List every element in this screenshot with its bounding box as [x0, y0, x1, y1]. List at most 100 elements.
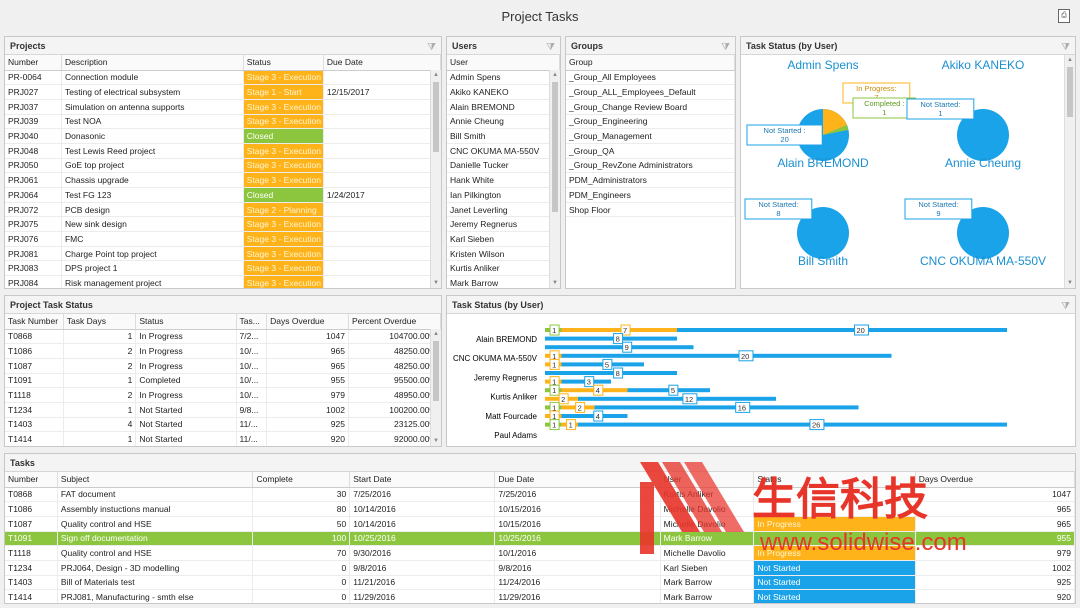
- table-row[interactable]: T1414 PRJ081, Manufacturing - smth else 0 1…: [5, 589, 1075, 603]
- column-header[interactable]: Tas...: [236, 314, 268, 330]
- table-row[interactable]: PRJ075 New sink design Stage 3 - Execution: [5, 216, 441, 233]
- column-header[interactable]: User: [660, 472, 755, 488]
- project-status: Stage 3 - Execution: [243, 260, 324, 277]
- list-item[interactable]: PDM_Engineers: [566, 187, 735, 203]
- table-row[interactable]: T1087 2 In Progress 10/... 965 48250.00%: [5, 358, 441, 374]
- table-row[interactable]: T1086 2 In Progress 10/... 965 48250.00%: [5, 343, 441, 359]
- table-row[interactable]: PRJ039 Test NOA Stage 3 - Execution: [5, 114, 441, 130]
- tasks-table: Number Subject Complete Start Date Due Date U…: [5, 472, 1075, 603]
- table-row[interactable]: PRJ037 Simulation on antenna supports Stag…: [5, 99, 441, 115]
- table-row[interactable]: T1118 2 In Progress 10/... 979 48950.00%: [5, 387, 441, 403]
- table-row[interactable]: T1234 1 Not Started 9/8... 1002 100200.00%: [5, 402, 441, 418]
- column-header[interactable]: Group: [566, 55, 735, 71]
- list-item[interactable]: Admin Spens: [447, 70, 560, 86]
- list-item[interactable]: _Group_Management: [566, 128, 735, 144]
- cell-status: In Progress: [753, 516, 916, 532]
- list-item[interactable]: _Group_ALL_Employees_Default: [566, 84, 735, 100]
- table-row[interactable]: PRJ084 Risk management project Stage 3 - E…: [5, 275, 441, 288]
- column-header[interactable]: Due Date: [323, 55, 441, 71]
- column-header[interactable]: Subject: [57, 472, 254, 488]
- table-row[interactable]: T1234 PRJ064, Design - 3D modelling 0 9/8/2…: [5, 560, 1075, 576]
- project-due-date: [323, 114, 441, 130]
- bar-data-label: 12: [685, 395, 693, 404]
- list-item[interactable]: Mark Barrow: [447, 275, 560, 288]
- table-row[interactable]: T0868 FAT document 30 7/25/2016 7/25/2016 Kur…: [5, 487, 1075, 503]
- list-item[interactable]: Bill Smith: [447, 128, 560, 144]
- table-row[interactable]: PRJ040 Donasonic Closed: [5, 128, 441, 144]
- list-item[interactable]: Jeremy Regnerus: [447, 216, 560, 233]
- column-header[interactable]: User: [447, 55, 560, 71]
- list-item[interactable]: CNC OKUMA MA-550V: [447, 143, 560, 159]
- table-row[interactable]: PRJ061 Chassis upgrade Stage 3 - Execution: [5, 172, 441, 188]
- cell-days: 1: [63, 373, 137, 389]
- list-item[interactable]: Ian Pilkington: [447, 187, 560, 203]
- filter-icon[interactable]: ⧩: [546, 39, 555, 57]
- table-row[interactable]: PR-0064 Connection module Stage 3 - Execut…: [5, 70, 441, 86]
- cell-over: 979: [266, 387, 349, 403]
- table-row[interactable]: PRJ076 FMC Stage 3 - Execution: [5, 231, 441, 247]
- column-header[interactable]: Number: [5, 55, 62, 71]
- group-name: _Group_Change Review Board: [566, 99, 735, 115]
- list-item[interactable]: Alain BREMOND: [447, 99, 560, 115]
- cell-status: Not Started: [135, 417, 237, 433]
- cell-subj: Quality control and HSE: [57, 545, 254, 561]
- list-item[interactable]: _Group_All Employees: [566, 70, 735, 86]
- column-header[interactable]: Description: [61, 55, 244, 71]
- list-item[interactable]: Kristen Wilson: [447, 246, 560, 262]
- table-row[interactable]: T1087 Quality control and HSE 50 10/14/2016…: [5, 516, 1075, 532]
- table-row[interactable]: PRJ083 DPS project 1 Stage 3 - Execution: [5, 260, 441, 277]
- table-row[interactable]: PRJ048 Test Lewis Reed project Stage 3 - E…: [5, 143, 441, 159]
- filter-icon[interactable]: ⧩: [427, 39, 436, 57]
- pie-scrollbar[interactable]: ▲ ▼: [1064, 55, 1075, 288]
- filter-icon[interactable]: ⧩: [721, 39, 730, 57]
- pie-label-value: 20: [780, 135, 788, 144]
- list-item[interactable]: _Group_Change Review Board: [566, 99, 735, 115]
- column-header[interactable]: Status: [753, 472, 916, 488]
- column-header[interactable]: Status: [243, 55, 324, 71]
- table-row[interactable]: PRJ072 PCB design Stage 2 - Planning: [5, 202, 441, 218]
- table-row[interactable]: T1086 Assembly instuctions manual 80 10/14/…: [5, 501, 1075, 517]
- table-row[interactable]: T1403 4 Not Started 11/... 925 23125.00%: [5, 417, 441, 433]
- list-item[interactable]: Kurtis Anliker: [447, 260, 560, 277]
- column-header[interactable]: Task Days: [63, 314, 137, 330]
- project-description: FMC: [61, 231, 244, 247]
- table-row[interactable]: PRJ081 Charge Point top project Stage 3 - …: [5, 246, 441, 262]
- cell-tas: 7/2...: [236, 329, 268, 345]
- list-item[interactable]: Hank White: [447, 172, 560, 188]
- column-header[interactable]: Task Number: [5, 314, 64, 330]
- table-row[interactable]: T1118 Quality control and HSE 70 9/30/2016 1…: [5, 545, 1075, 561]
- projects-scrollbar[interactable]: ▲ ▼: [430, 70, 441, 288]
- list-item[interactable]: PDM_Administrators: [566, 172, 735, 188]
- table-row[interactable]: T1091 Sign off documentation 100 10/25/2016…: [5, 531, 1075, 547]
- column-header[interactable]: Days Overdue: [266, 314, 349, 330]
- column-header[interactable]: Percent Overdue: [348, 314, 441, 330]
- column-header[interactable]: Due Date: [494, 472, 661, 488]
- cell-days: 2: [63, 358, 137, 374]
- table-row[interactable]: T0868 1 In Progress 7/2... 1047 104700.00%: [5, 329, 441, 345]
- list-item[interactable]: Danielle Tucker: [447, 158, 560, 174]
- table-row[interactable]: PRJ064 Test FG 123 Closed 1/24/2017: [5, 187, 441, 203]
- list-item[interactable]: _Group_Engineering: [566, 114, 735, 130]
- table-row[interactable]: T1414 1 Not Started 11/... 920 92000.00%: [5, 431, 441, 446]
- users-scrollbar[interactable]: ▲ ▼: [549, 70, 560, 288]
- list-item[interactable]: Annie Cheung: [447, 114, 560, 130]
- table-row[interactable]: T1091 1 Completed 10/... 955 95500.00%: [5, 373, 441, 389]
- table-row[interactable]: PRJ050 GoE top project Stage 3 - Execution: [5, 158, 441, 174]
- list-item[interactable]: _Group_RevZone Administrators: [566, 158, 735, 174]
- table-row[interactable]: T1403 Bill of Materials test 0 11/21/2016 11…: [5, 575, 1075, 591]
- column-header[interactable]: Complete: [252, 472, 351, 488]
- user-name: Annie Cheung: [447, 114, 560, 130]
- export-icon[interactable]: ⎙: [1058, 9, 1070, 23]
- group-name: _Group_QA: [566, 143, 735, 159]
- list-item[interactable]: Karl Sieben: [447, 231, 560, 247]
- list-item[interactable]: _Group_QA: [566, 143, 735, 159]
- column-header[interactable]: Number: [5, 472, 58, 488]
- list-item[interactable]: Shop Floor: [566, 202, 735, 218]
- column-header[interactable]: Days Overdue: [915, 472, 1075, 488]
- column-header[interactable]: Status: [135, 314, 237, 330]
- list-item[interactable]: Akiko KANEKO: [447, 84, 560, 100]
- pts-scrollbar[interactable]: ▲ ▼: [430, 329, 441, 446]
- table-row[interactable]: PRJ027 Testing of electrical subsystem Sta…: [5, 84, 441, 100]
- column-header[interactable]: Start Date: [349, 472, 496, 488]
- list-item[interactable]: Janet Leverling: [447, 202, 560, 218]
